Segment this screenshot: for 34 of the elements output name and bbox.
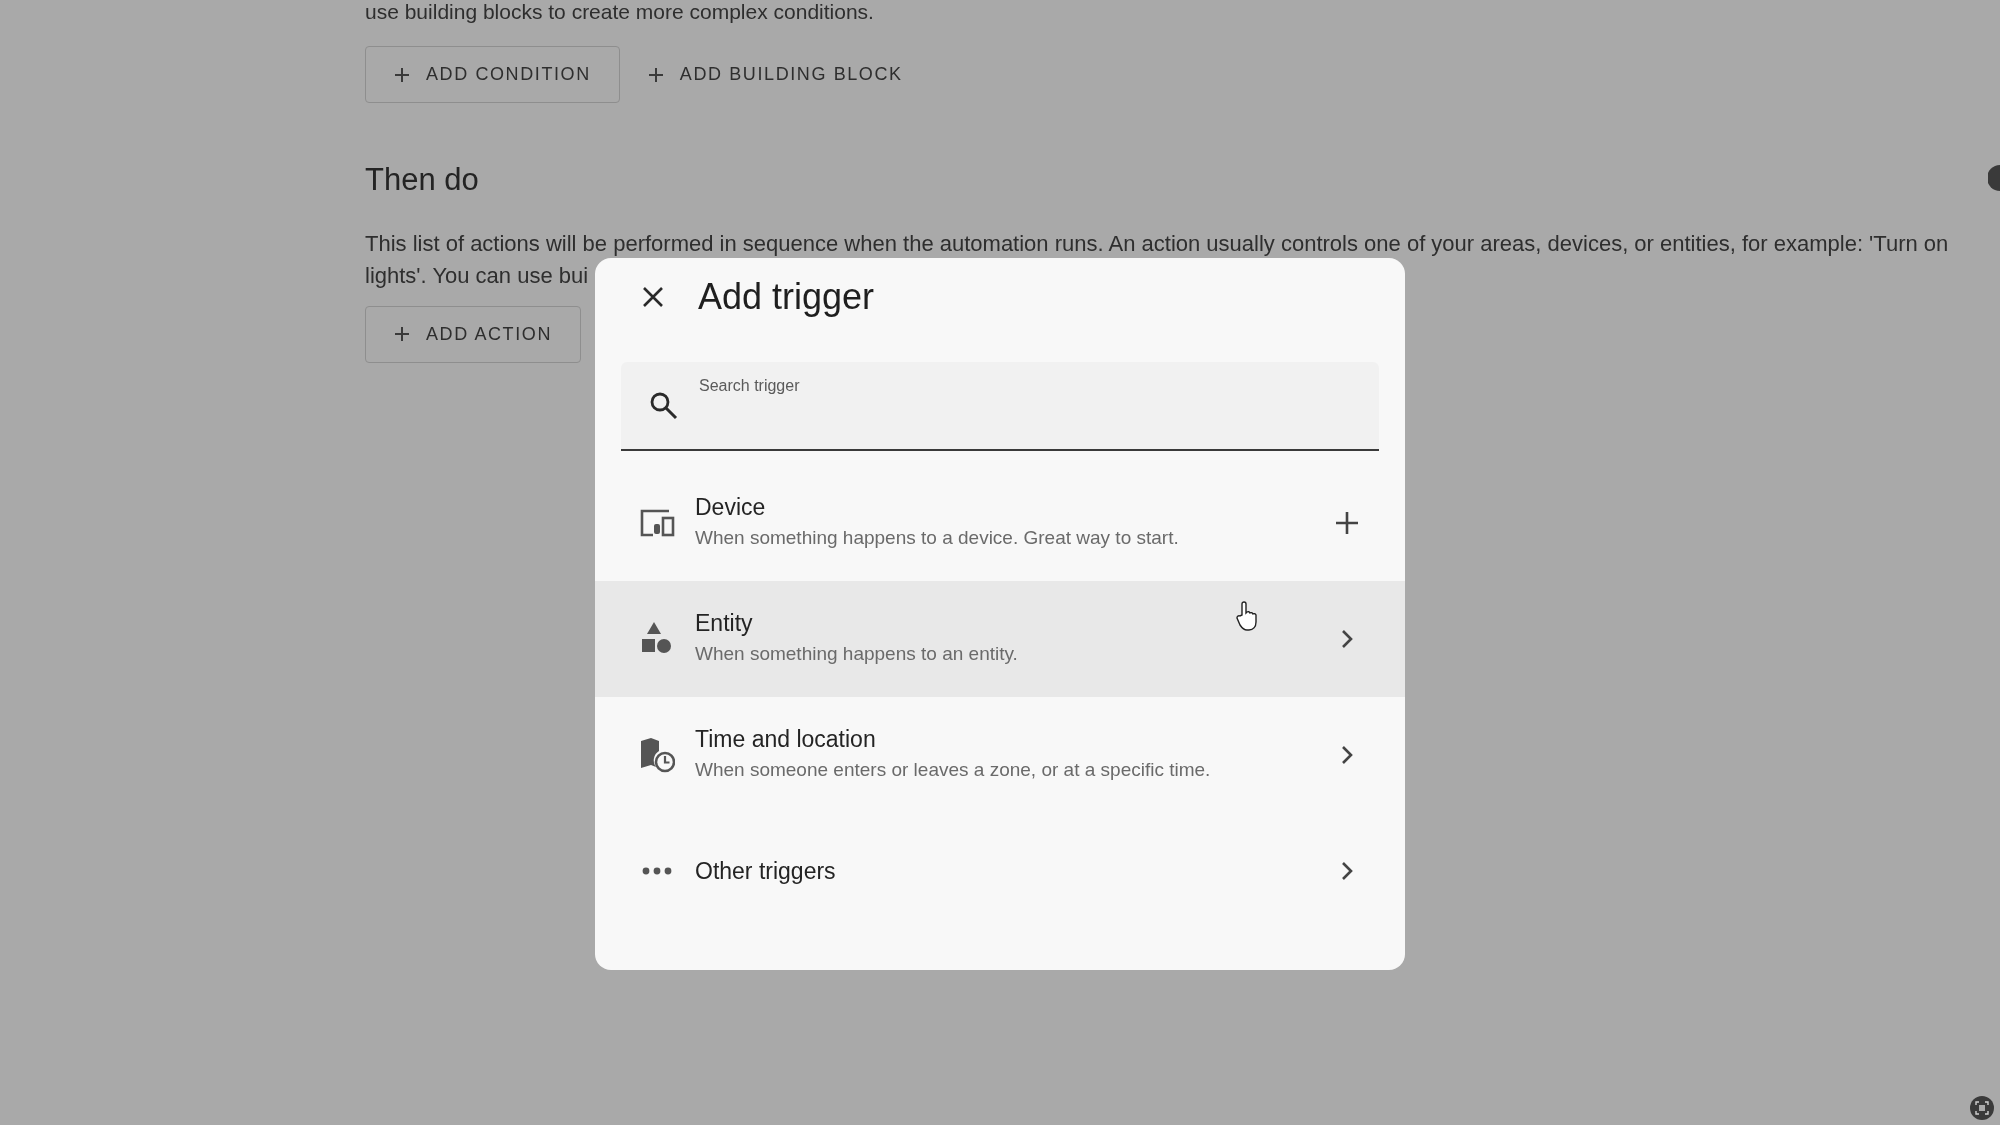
item-description: When something happens to an entity.: [695, 642, 1018, 666]
hand-cursor-icon: [1235, 601, 1259, 631]
screen-icon[interactable]: [1970, 1096, 1994, 1120]
chevron-right-icon: [1341, 861, 1353, 881]
paragraph-text: use building blocks to create more complex conditions.: [365, 0, 874, 24]
chevron-right-icon: [1341, 745, 1353, 765]
search-icon: [649, 391, 679, 421]
trigger-item[interactable]: Device When something happens to a device. Great way to start.: [595, 465, 1405, 581]
plus-icon: [1335, 511, 1359, 535]
paragraph-text: lights'. You can use bui: [365, 261, 590, 290]
item-description: When something happens to a device. Great way to start.: [695, 526, 1179, 550]
devices-icon: [639, 509, 675, 537]
search-field[interactable]: Search trigger: [621, 362, 1379, 451]
more-icon: [642, 867, 672, 875]
item-description: When someone enters or leaves a zone, or at a specific time.: [695, 758, 1211, 782]
item-title: Time and location: [695, 725, 876, 754]
map-clock-icon: [639, 737, 675, 773]
trigger-item[interactable]: Entity When something happens to an entity.: [595, 581, 1405, 697]
paragraph-text: This list of actions will be performed in sequence when the automation runs. An action usually controls one of your areas, devices, or entities, for example: 'Turn on: [365, 229, 1949, 258]
section-title: Then do: [365, 161, 479, 199]
plus-icon: [394, 66, 410, 83]
plus-icon: [647, 66, 664, 83]
dialog-title: Add trigger: [698, 275, 875, 319]
trigger-item[interactable]: Time and location When someone enters or leaves a zone, or at a specific time.: [595, 697, 1405, 813]
plus-icon: [394, 326, 410, 342]
trigger-item[interactable]: Other triggers: [595, 813, 1405, 929]
add-building-block-button[interactable]: ADD BUILDING BLOCK: [631, 46, 919, 103]
item-title: Device: [695, 493, 766, 522]
add-condition-button[interactable]: ADD CONDITION: [365, 46, 620, 103]
add-action-button[interactable]: ADD ACTION: [365, 305, 581, 363]
item-title: Entity: [695, 609, 753, 638]
shapes-icon: [641, 622, 673, 656]
item-title: Other triggers: [695, 857, 836, 886]
chevron-right-icon: [1341, 629, 1353, 649]
